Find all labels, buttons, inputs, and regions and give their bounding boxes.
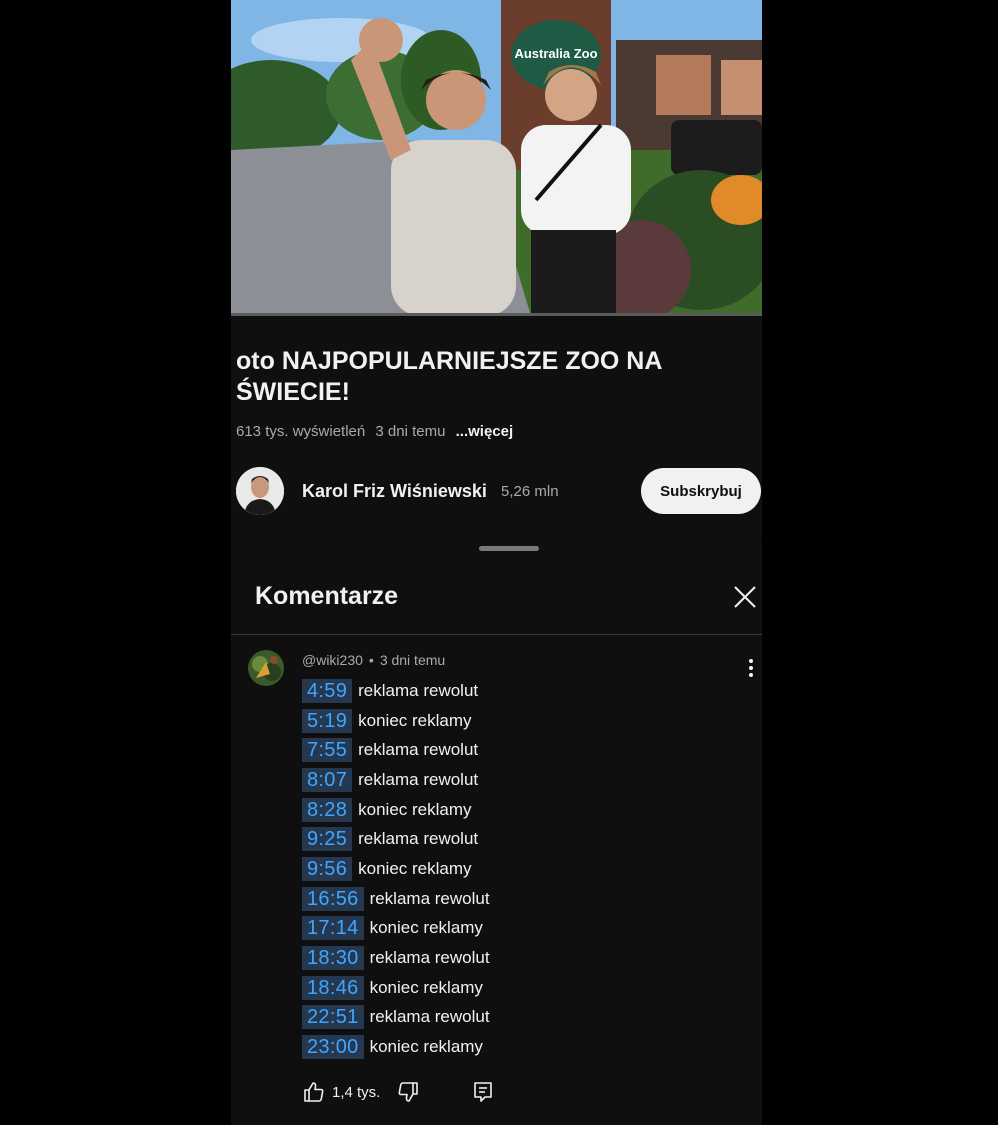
like-count: 1,4 tys. <box>332 1084 381 1101</box>
comment-line: 9:25 reklama rewolut <box>302 824 490 854</box>
comment-age: 3 dni temu <box>379 652 446 668</box>
comment-text: reklama rewolut <box>358 769 479 789</box>
comment-author[interactable]: @wiki230 <box>302 652 363 668</box>
video-meta[interactable]: 613 tys. wyświetleń 3 dni temu ...więcej <box>236 423 519 440</box>
channel-name[interactable]: Karol Friz Wiśniewski <box>302 481 487 502</box>
comment-line: 18:46 koniec reklamy <box>302 973 490 1003</box>
comment-separator: • <box>368 652 374 668</box>
reply-icon <box>474 1082 492 1102</box>
comment-line: 16:56 reklama rewolut <box>302 884 490 914</box>
timestamp-link[interactable]: 9:56 <box>302 856 353 881</box>
upload-age: 3 dni temu <box>375 423 446 440</box>
video-progress-bar[interactable] <box>231 313 762 316</box>
comment-actions: 1,4 tys. <box>302 1080 602 1106</box>
timestamp-link[interactable]: 16:56 <box>302 886 364 911</box>
timestamp-link[interactable]: 23:00 <box>302 1035 364 1060</box>
channel-avatar-image <box>236 467 284 515</box>
timestamp-link[interactable]: 8:28 <box>302 797 353 822</box>
close-button[interactable] <box>731 583 759 611</box>
close-icon <box>734 586 756 608</box>
comment-author-avatar[interactable] <box>248 650 284 686</box>
sheet-drag-handle[interactable] <box>479 546 539 551</box>
comments-sheet: Komentarze @wiki230 • 3 dni temu 4:59 re… <box>231 533 762 1125</box>
comment-text: koniec reklamy <box>358 799 472 819</box>
comment-text: reklama rewolut <box>358 740 479 760</box>
timestamp-link[interactable]: 22:51 <box>302 1005 364 1030</box>
comment-text: reklama rewolut <box>369 948 490 968</box>
comment-avatar-image <box>248 650 284 686</box>
view-count: 613 tys. wyświetleń <box>236 423 366 440</box>
timestamp-link[interactable]: 17:14 <box>302 916 364 941</box>
subscriber-count: 5,26 mln <box>501 483 559 500</box>
comment-text: koniec reklamy <box>358 710 472 730</box>
comment-line: 18:30 reklama rewolut <box>302 943 490 973</box>
comment-text: koniec reklamy <box>369 918 483 938</box>
comment-line: 9:56 koniec reklamy <box>302 854 490 884</box>
thumb-down-icon <box>398 1082 418 1102</box>
comment-text: koniec reklamy <box>369 977 483 997</box>
comment-line: 22:51 reklama rewolut <box>302 1003 490 1033</box>
subscribe-button[interactable]: Subskrybuj <box>641 468 761 514</box>
video-frame: Australia Zoo <box>231 0 762 316</box>
comment-line: 8:28 koniec reklamy <box>302 795 490 825</box>
comment-menu-button[interactable] <box>743 657 759 679</box>
comment-line: 8:07 reklama rewolut <box>302 765 490 795</box>
like-button[interactable] <box>302 1080 326 1104</box>
more-vert-icon <box>749 659 753 677</box>
comment-text: koniec reklamy <box>369 1037 483 1057</box>
timestamp-link[interactable]: 5:19 <box>302 708 353 733</box>
comment-text: reklama rewolut <box>358 680 479 700</box>
zoo-sign-text: Australia Zoo <box>514 46 597 61</box>
timestamp-link[interactable]: 7:55 <box>302 738 353 763</box>
comment-header: @wiki230 • 3 dni temu <box>302 652 445 668</box>
channel-row: Karol Friz Wiśniewski 5,26 mln Subskrybu… <box>236 467 762 517</box>
comment-text: reklama rewolut <box>369 1007 490 1027</box>
video-title: oto NAJPOPULARNIEJSZE ZOO NA ŚWIECIE! <box>236 347 662 406</box>
comment-body: 4:59 reklama rewolut 5:19 koniec reklamy 7… <box>302 676 490 1062</box>
timestamp-link[interactable]: 8:07 <box>302 767 353 792</box>
more-link[interactable]: ...więcej <box>456 423 514 440</box>
channel-avatar[interactable] <box>236 467 284 515</box>
thumb-up-icon <box>304 1082 324 1102</box>
dislike-button[interactable] <box>396 1080 420 1104</box>
video-player[interactable]: Australia Zoo <box>231 0 762 316</box>
phone-screen: Australia Zoo oto NAJPOPULARNIEJSZE ZOO … <box>231 0 762 1125</box>
comment-text: reklama rewolut <box>369 888 490 908</box>
timestamp-link[interactable]: 18:30 <box>302 946 364 971</box>
comment-line: 4:59 reklama rewolut <box>302 676 490 706</box>
reply-button[interactable] <box>471 1080 495 1104</box>
sheet-divider <box>231 634 762 635</box>
timestamp-link[interactable]: 18:46 <box>302 975 364 1000</box>
comments-heading: Komentarze <box>255 582 399 610</box>
comment-line: 17:14 koniec reklamy <box>302 914 490 944</box>
timestamp-link[interactable]: 4:59 <box>302 678 353 703</box>
timestamp-link[interactable]: 9:25 <box>302 827 353 852</box>
comment-line: 23:00 koniec reklamy <box>302 1032 490 1062</box>
comment-text: koniec reklamy <box>358 858 472 878</box>
comment-line: 7:55 reklama rewolut <box>302 735 490 765</box>
comment-line: 5:19 koniec reklamy <box>302 706 490 736</box>
comment-text: reklama rewolut <box>358 829 479 849</box>
